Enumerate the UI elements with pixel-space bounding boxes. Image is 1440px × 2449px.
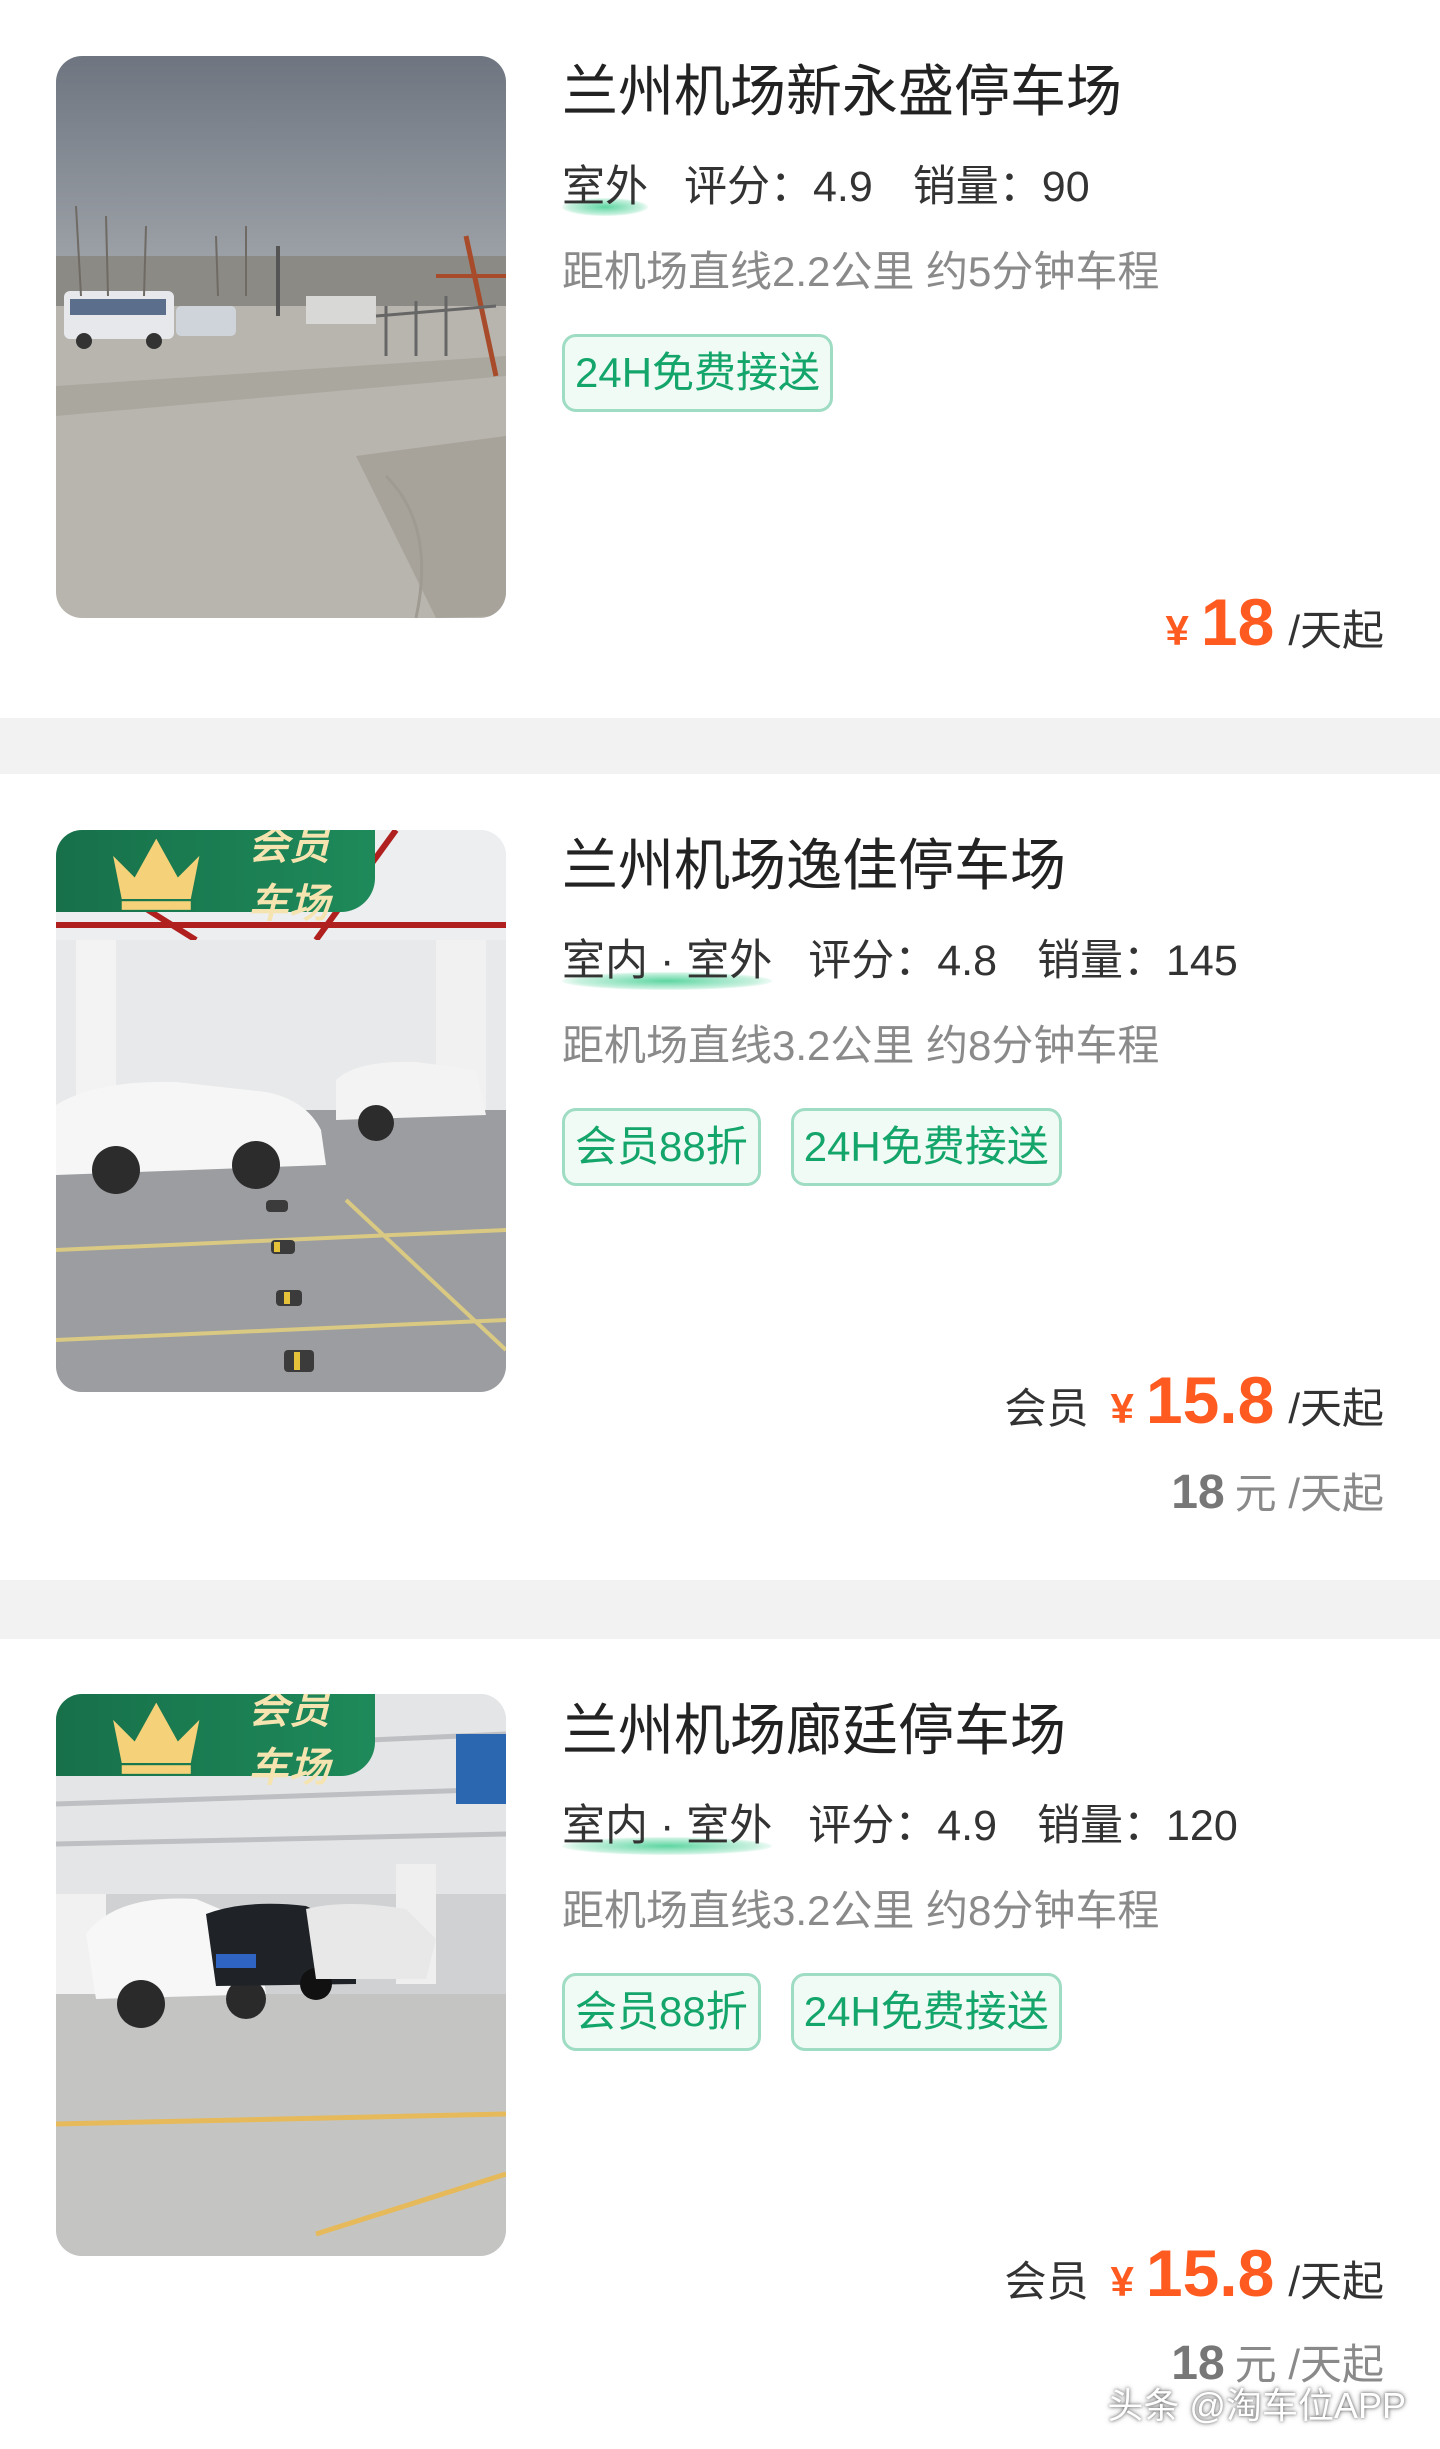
parking-meta: 室内 · 室外 评分：4.9 销量：120 bbox=[562, 1797, 1384, 1855]
original-price: 18 元 /天起 bbox=[1171, 1460, 1384, 1521]
price-amount: 15.8 bbox=[1145, 2236, 1275, 2310]
parking-photo[interactable]: 会员车场 bbox=[56, 1694, 506, 2256]
tag-member-discount: 会员88折 bbox=[562, 1973, 761, 2051]
price-unit: /天起 bbox=[1288, 2258, 1384, 2305]
price-unit: /天起 bbox=[1288, 1385, 1384, 1432]
tag-list: 会员88折 24H免费接送 bbox=[562, 1108, 1384, 1186]
parking-name[interactable]: 兰州机场逸佳停车场 bbox=[562, 830, 1384, 902]
parking-name[interactable]: 兰州机场廊廷停车场 bbox=[562, 1695, 1384, 1767]
parking-info: 兰州机场廊廷停车场 室内 · 室外 评分：4.9 销量：120 距机场直线3.2… bbox=[562, 1695, 1384, 2051]
member-lot-badge: 会员车场 bbox=[56, 1694, 376, 1790]
tag-shuttle: 24H免费接送 bbox=[790, 1973, 1062, 2051]
member-lot-label: 会员车场 bbox=[248, 830, 331, 926]
parking-info: 兰州机场新永盛停车场 室外 评分：4.9 销量：90 距机场直线2.2公里 约5… bbox=[562, 56, 1384, 412]
place-type-badge: 室外 bbox=[562, 158, 648, 216]
crown-icon bbox=[113, 838, 200, 910]
place-type-badge: 室内 · 室外 bbox=[562, 932, 773, 990]
parking-card[interactable]: 兰州机场新永盛停车场 室外 评分：4.9 销量：90 距机场直线2.2公里 约5… bbox=[0, 0, 1440, 718]
tag-member-discount: 会员88折 bbox=[562, 1108, 761, 1186]
member-lot-label: 会员车场 bbox=[248, 1694, 331, 1790]
currency-symbol: ¥ bbox=[1165, 607, 1189, 654]
parking-card[interactable]: 会员车场 兰州机场逸佳停车场 室内 · 室外 评分：4.8 销量：145 距机场… bbox=[0, 774, 1440, 1580]
parking-photo[interactable] bbox=[56, 56, 506, 618]
rating: 评分：4.8 bbox=[808, 937, 997, 985]
place-type-badge: 室内 · 室外 bbox=[562, 1797, 773, 1855]
parking-photo[interactable]: 会员车场 bbox=[56, 830, 506, 1392]
member-price-label: 会员 bbox=[1004, 2258, 1089, 2305]
sales-count: 销量：90 bbox=[912, 163, 1090, 211]
currency-symbol: ¥ bbox=[1110, 1385, 1134, 1432]
price: ¥ 18 /天起 bbox=[1166, 584, 1384, 660]
watermark: 头条 @淘车位APP bbox=[1107, 2385, 1406, 2426]
member-price: 会员 ¥ 15.8 /天起 bbox=[1004, 2235, 1384, 2311]
distance-text: 距机场直线3.2公里 约8分钟车程 bbox=[562, 1022, 1160, 1069]
member-lot-badge: 会员车场 bbox=[56, 830, 376, 926]
parking-card[interactable]: 会员车场 兰州机场廊廷停车场 室内 · 室外 评分：4.9 销量：120 距机场… bbox=[0, 1639, 1440, 2449]
parking-meta: 室外 评分：4.9 销量：90 bbox=[562, 158, 1384, 216]
currency-symbol: ¥ bbox=[1110, 2258, 1134, 2305]
parking-name[interactable]: 兰州机场新永盛停车场 bbox=[562, 56, 1384, 128]
distance-text: 距机场直线3.2公里 约8分钟车程 bbox=[562, 1887, 1160, 1934]
tag-list: 24H免费接送 bbox=[562, 334, 1384, 412]
price-amount: 15.8 bbox=[1145, 1363, 1275, 1437]
sales-count: 销量：145 bbox=[1037, 937, 1238, 985]
rating: 评分：4.9 bbox=[808, 1802, 997, 1850]
price-amount: 18 bbox=[1200, 585, 1275, 659]
original-price-amount: 18 bbox=[1171, 1466, 1225, 1519]
outdoor-lot-photo bbox=[56, 56, 506, 618]
member-price: 会员 ¥ 15.8 /天起 bbox=[1004, 1362, 1384, 1438]
member-price-label: 会员 bbox=[1004, 1385, 1089, 1432]
tag-list: 会员88折 24H免费接送 bbox=[562, 1973, 1384, 2051]
parking-meta: 室内 · 室外 评分：4.8 销量：145 bbox=[562, 932, 1384, 990]
original-price-unit: 元 /天起 bbox=[1234, 1470, 1384, 1517]
crown-icon bbox=[113, 1702, 200, 1774]
price-unit: /天起 bbox=[1288, 607, 1384, 654]
tag-shuttle: 24H免费接送 bbox=[790, 1108, 1062, 1186]
parking-info: 兰州机场逸佳停车场 室内 · 室外 评分：4.8 销量：145 距机场直线3.2… bbox=[562, 830, 1384, 1186]
tag-shuttle: 24H免费接送 bbox=[562, 334, 834, 412]
sales-count: 销量：120 bbox=[1037, 1802, 1238, 1850]
distance-text: 距机场直线2.2公里 约5分钟车程 bbox=[562, 248, 1160, 295]
rating: 评分：4.9 bbox=[684, 163, 873, 211]
